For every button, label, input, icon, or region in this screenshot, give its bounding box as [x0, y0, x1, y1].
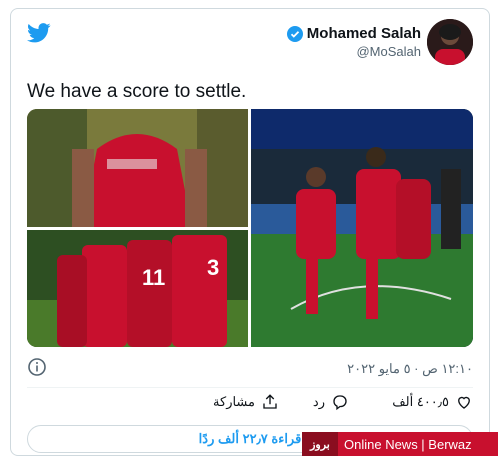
like-button[interactable]: ٤٠٠٫٥ ألف [392, 393, 473, 411]
tweet-card: Mohamed Salah @MoSalah We have a score t… [10, 8, 490, 456]
like-count: ٤٠٠٫٥ ألف [392, 394, 449, 409]
share-button[interactable]: مشاركة [213, 393, 279, 411]
twitter-bird-icon[interactable] [27, 23, 51, 43]
svg-text:3: 3 [207, 255, 219, 280]
watermark-text: Online News | Berwaz [344, 436, 472, 452]
author-block[interactable]: Mohamed Salah @MoSalah [286, 25, 421, 59]
action-bar: ٤٠٠٫٥ ألف رد مشاركة [11, 393, 489, 417]
heart-icon [458, 396, 470, 409]
tweet-text: We have a score to settle. [27, 81, 247, 102]
reply-icon [333, 395, 347, 411]
share-label: مشاركة [213, 394, 255, 409]
tweet-timestamp[interactable]: ١٢:١٠ ص · ٥ مايو ٢٠٢٢ [347, 361, 473, 377]
photo-salah-shirt[interactable] [27, 109, 248, 227]
divider [27, 387, 473, 388]
verified-icon [286, 25, 303, 42]
reply-button[interactable]: رد [313, 393, 349, 411]
share-icon [263, 394, 277, 409]
photo-celebration[interactable] [251, 109, 473, 347]
read-replies-label: قراءة ٢٢٫٧ ألف ردًا [198, 431, 302, 446]
user-handle[interactable]: @MoSalah [287, 44, 421, 59]
avatar[interactable] [427, 19, 473, 65]
svg-text:11: 11 [142, 265, 165, 290]
watermark: بروز Online News | Berwaz [302, 432, 498, 456]
media-grid[interactable]: 11 3 [27, 109, 473, 347]
info-icon[interactable] [27, 357, 47, 377]
watermark-logo: بروز [302, 432, 338, 456]
display-name[interactable]: Mohamed Salah [307, 25, 421, 42]
photo-team-huddle[interactable]: 11 3 [27, 230, 248, 347]
reply-label: رد [312, 394, 325, 409]
